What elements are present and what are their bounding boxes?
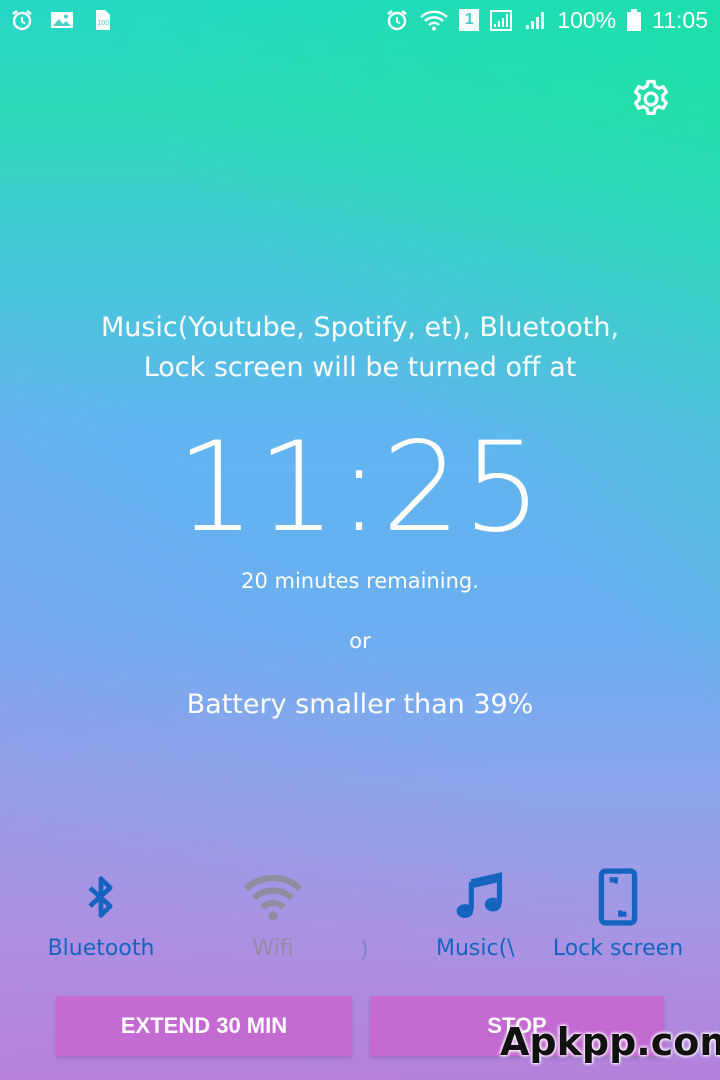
wifi-icon: [243, 874, 303, 921]
status-right-icons: 1 100% 11:05: [385, 6, 708, 34]
svg-text:100: 100: [98, 20, 110, 27]
battery-condition: Battery smaller than 39%: [186, 689, 534, 720]
toggle-wifi[interactable]: Wifi: [188, 866, 358, 976]
remaining-time: 20 minutes remaining.: [241, 569, 479, 593]
sd-card-icon: 100: [96, 10, 110, 30]
sim-icon: 1: [459, 9, 480, 31]
message-line-2: Lock screen will be turned off at: [143, 352, 577, 383]
music-note-icon: [456, 872, 503, 919]
alarm-icon: [387, 10, 408, 31]
signal-icon: [490, 10, 513, 31]
toggle-lock-screen[interactable]: Lock screen: [538, 866, 698, 976]
status-bar: 100 1 100% 11:05: [0, 0, 720, 40]
toggle-bluetooth[interactable]: Bluetooth: [16, 866, 186, 976]
battery-percent: 100%: [557, 7, 617, 33]
toggle-music[interactable]: Music(\: [430, 866, 530, 976]
extend-30-min-button[interactable]: EXTEND 30 MIN: [56, 996, 352, 1056]
toggle-bluetooth-label: Bluetooth: [47, 936, 155, 961]
watermark: Apkpp.com: [500, 1020, 720, 1064]
battery-icon: [627, 9, 642, 31]
partial-label: ): [360, 938, 369, 963]
bluetooth-icon: [88, 876, 113, 918]
phone-icon: [598, 868, 638, 926]
gear-icon: [633, 79, 669, 115]
image-icon: [51, 12, 73, 28]
toggle-wifi-label: Wifi: [252, 936, 294, 961]
status-time: 11:05: [652, 7, 708, 33]
alarm-icon: [12, 10, 32, 31]
toggle-lock-screen-label: Lock screen: [552, 936, 684, 961]
turn-off-message: Music(Youtube, Spotify, et), Bluetooth, …: [20, 308, 700, 388]
settings-button[interactable]: [626, 76, 676, 122]
or-separator: or: [349, 629, 371, 653]
toggle-music-label: Music(\: [436, 936, 515, 961]
signal-icon: [526, 12, 545, 29]
wifi-icon: [420, 10, 449, 31]
shutoff-time: 11:25: [176, 416, 544, 560]
message-line-1: Music(Youtube, Spotify, et), Bluetooth,: [100, 312, 620, 343]
status-left-icons: 100: [10, 8, 114, 32]
